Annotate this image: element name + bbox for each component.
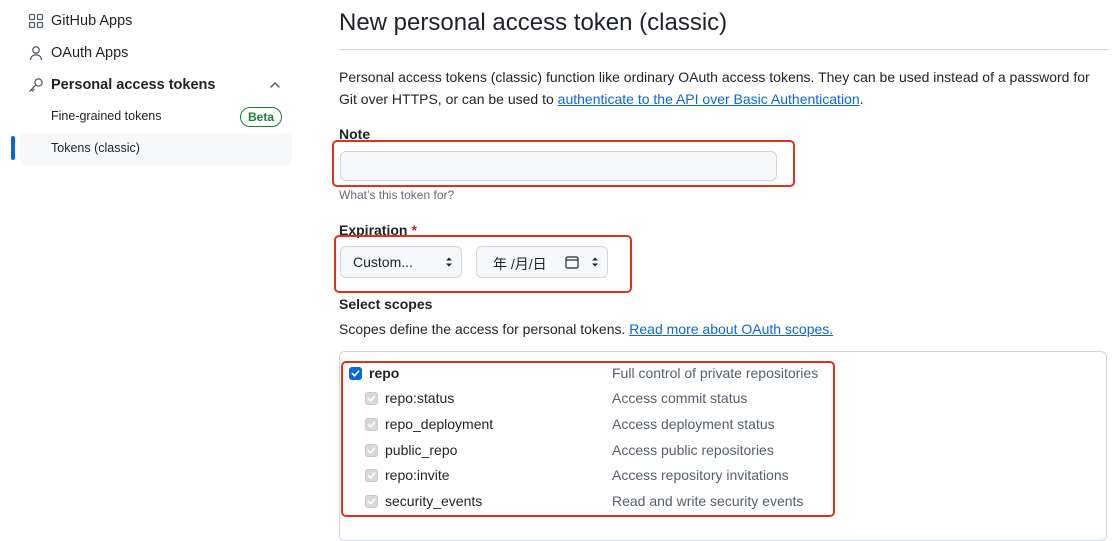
sidebar-item-label: OAuth Apps (51, 45, 129, 61)
stepper-arrows-icon[interactable] (591, 256, 599, 268)
scope-row-repo: repo Full control of private repositorie… (340, 362, 840, 386)
scope-checkbox-repo-status[interactable] (365, 392, 378, 405)
scope-name: repo:invite (385, 467, 450, 483)
scope-row-security-events: security_events Read and write security … (340, 490, 840, 514)
calendar-icon[interactable] (565, 255, 579, 269)
scope-checkbox-repo[interactable] (349, 367, 362, 380)
sidebar-item-personal-access-tokens[interactable]: Personal access tokens (20, 69, 292, 101)
note-input[interactable] (340, 151, 777, 181)
sidebar-item-oauth-apps[interactable]: OAuth Apps (20, 37, 292, 69)
select-arrows-icon (446, 257, 452, 267)
sidebar-subitem-fine-grained-tokens[interactable]: Fine-grained tokens Beta (20, 101, 292, 133)
scope-checkbox-security-events[interactable] (365, 495, 378, 508)
sidebar-subitem-label: Fine-grained tokens (51, 109, 162, 123)
scope-description: Access deployment status (612, 416, 775, 432)
scope-checkbox-public-repo[interactable] (365, 444, 378, 457)
scope-name: public_repo (385, 442, 458, 458)
expiration-date-input[interactable]: 年 /月/日 (476, 246, 608, 278)
sidebar-item-github-apps[interactable]: GitHub Apps (20, 5, 292, 37)
check-icon (367, 421, 376, 428)
key-icon (29, 78, 43, 92)
sidebar-item-label: Personal access tokens (51, 77, 216, 93)
sidebar-subitem-label: Tokens (classic) (51, 141, 140, 155)
scopes-label: Select scopes (339, 296, 433, 312)
sidebar-item-label: GitHub Apps (51, 13, 133, 29)
person-icon (29, 46, 43, 61)
oauth-scopes-link[interactable]: Read more about OAuth scopes. (629, 321, 833, 337)
note-hint: What’s this token for? (339, 188, 455, 202)
scopes-description: Scopes define the access for personal to… (339, 321, 833, 337)
scope-description: Access repository invitations (612, 467, 789, 483)
expiration-label-text: Expiration (339, 222, 408, 238)
scope-description: Full control of private repositories (612, 365, 819, 381)
check-icon (367, 447, 376, 454)
check-icon (351, 370, 360, 377)
page-title: New personal access token (classic) (339, 9, 728, 36)
scope-description: Access commit status (612, 390, 748, 406)
scope-row-repo-invite: repo:invite Access repository invitation… (340, 464, 840, 488)
scope-name: repo:status (385, 390, 455, 406)
expiration-label: Expiration * (339, 222, 417, 238)
scope-row-public-repo: public_repo Access public repositories (340, 439, 840, 463)
scopes-list: repo Full control of private repositorie… (339, 351, 1107, 541)
scope-description: Read and write security events (612, 493, 804, 509)
scope-name: security_events (385, 493, 483, 509)
scope-description: Access public repositories (612, 442, 774, 458)
active-indicator (11, 136, 15, 160)
basic-auth-link[interactable]: authenticate to the API over Basic Authe… (558, 91, 860, 107)
date-placeholder: 年 /月/日 (493, 256, 547, 272)
settings-sidebar: GitHub Apps OAuth Apps Personal access t… (0, 0, 300, 523)
intro-end: . (859, 91, 864, 107)
expiration-select[interactable]: Custom... (340, 246, 462, 278)
beta-badge: Beta (239, 107, 282, 127)
scope-name: repo (369, 365, 400, 381)
scope-row-repo-status: repo:status Access commit status (340, 387, 840, 411)
intro-text: Personal access tokens (classic) functio… (339, 66, 1104, 110)
scope-row-repo-deployment: repo_deployment Access deployment status (340, 413, 840, 437)
note-label: Note (339, 126, 371, 142)
grid-icon (28, 13, 44, 29)
required-mark: * (411, 222, 417, 238)
token-form: New personal access token (classic) Pers… (339, 0, 1109, 541)
expiration-select-value: Custom... (353, 254, 413, 270)
scope-checkbox-repo-invite[interactable] (365, 469, 378, 482)
scopes-description-text: Scopes define the access for personal to… (339, 321, 630, 337)
check-icon (367, 395, 376, 402)
title-divider (339, 49, 1109, 50)
chevron-up-icon[interactable] (268, 78, 282, 92)
scope-name: repo_deployment (385, 416, 494, 432)
check-icon (367, 472, 376, 479)
scope-checkbox-repo-deployment[interactable] (365, 418, 378, 431)
sidebar-subitem-tokens-classic[interactable]: Tokens (classic) (20, 133, 292, 165)
check-icon (367, 498, 376, 505)
